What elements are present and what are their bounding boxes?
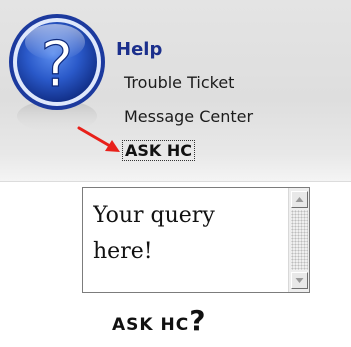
- help-question-icon[interactable]: ?: [5, 4, 111, 136]
- query-box: Your query here!: [82, 187, 310, 293]
- ask-hc-button[interactable]: ASK HC?: [112, 307, 206, 339]
- query-textarea[interactable]: Your query here!: [93, 198, 273, 286]
- trouble-ticket-link[interactable]: Trouble Ticket: [124, 73, 234, 93]
- help-panel: ? Help Trouble Ticket Message Center ASK…: [0, 0, 351, 182]
- triangle-down-icon: [295, 278, 304, 283]
- message-center-link[interactable]: Message Center: [124, 107, 253, 127]
- scroll-up-button[interactable]: [291, 191, 308, 208]
- red-arrow-icon: [77, 126, 120, 152]
- help-title: Help: [116, 39, 163, 60]
- query-scrollbar[interactable]: [288, 188, 309, 292]
- ask-hc-button-label: ASK HC: [112, 315, 190, 335]
- scroll-down-button[interactable]: [291, 272, 308, 289]
- svg-text:?: ?: [41, 28, 74, 101]
- ask-hc-link[interactable]: ASK HC: [122, 140, 196, 161]
- triangle-up-icon: [295, 197, 304, 202]
- question-mark-icon: ?: [189, 304, 207, 337]
- scroll-track[interactable]: [291, 210, 308, 270]
